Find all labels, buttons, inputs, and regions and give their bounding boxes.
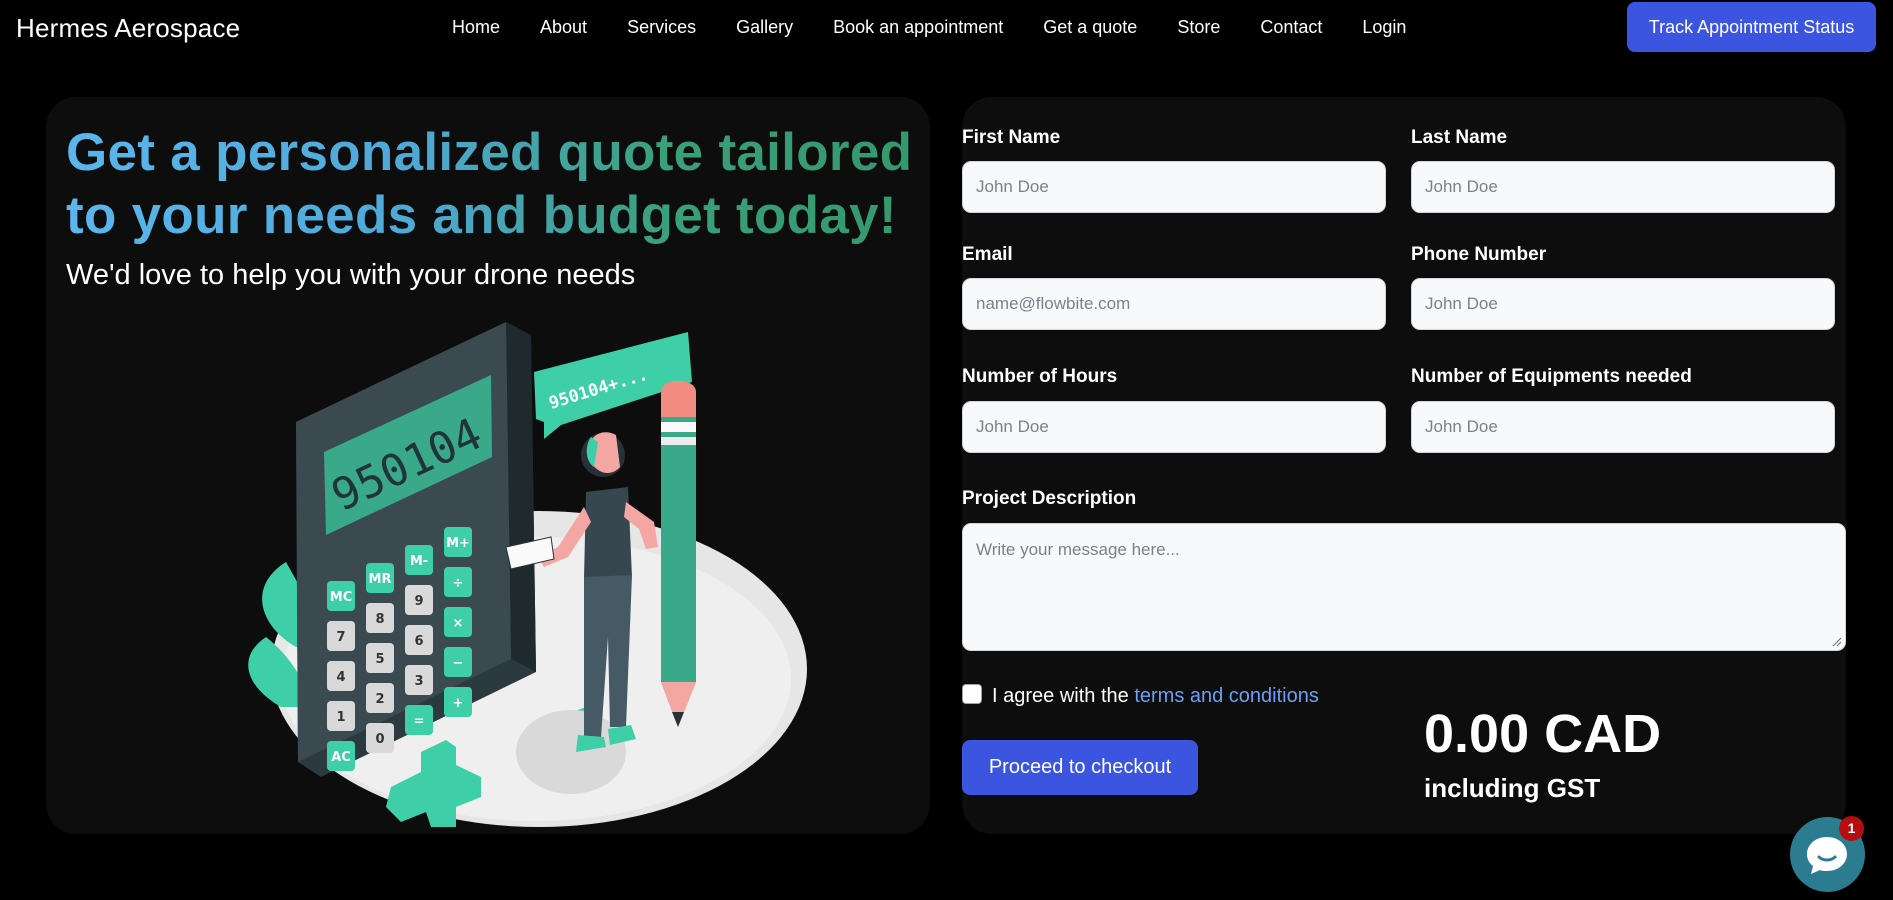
- price-note: including GST: [1424, 773, 1601, 803]
- nav-link-about[interactable]: About: [540, 17, 587, 38]
- svg-text:3: 3: [414, 674, 423, 689]
- description-label: Project Description: [962, 488, 1137, 509]
- nav-link-get-quote[interactable]: Get a quote: [1043, 17, 1137, 38]
- svg-text:=: =: [414, 714, 425, 729]
- svg-text:+: +: [453, 696, 464, 711]
- first-name-label: First Name: [962, 127, 1061, 148]
- nav-link-home[interactable]: Home: [452, 17, 500, 38]
- svg-text:5: 5: [375, 652, 384, 667]
- svg-text:2: 2: [375, 692, 384, 707]
- phone-field[interactable]: [1411, 278, 1835, 330]
- nav-link-book-appointment[interactable]: Book an appointment: [833, 17, 1003, 38]
- agree-prefix: I agree with the: [992, 685, 1135, 707]
- hero-subhead: We'd love to help you with your drone ne…: [66, 259, 636, 291]
- nav-links: Home About Services Gallery Book an appo…: [452, 17, 1406, 38]
- resize-grip-icon[interactable]: [1832, 637, 1842, 647]
- svg-text:MR: MR: [369, 572, 392, 587]
- nav-link-services[interactable]: Services: [627, 17, 696, 38]
- svg-text:M-: M-: [410, 554, 428, 569]
- svg-text:−: −: [453, 656, 464, 671]
- svg-text:1: 1: [336, 710, 345, 725]
- hours-field[interactable]: [962, 401, 1386, 453]
- hours-label: Number of Hours: [962, 366, 1118, 387]
- description-textarea[interactable]: [962, 523, 1846, 651]
- svg-text:÷: ÷: [453, 576, 464, 591]
- svg-text:8: 8: [375, 612, 384, 627]
- svg-text:MC: MC: [330, 590, 352, 605]
- svg-text:6: 6: [414, 634, 423, 649]
- nav-link-contact[interactable]: Contact: [1260, 17, 1322, 38]
- nav-link-gallery[interactable]: Gallery: [736, 17, 793, 38]
- agree-text: I agree with the terms and conditions: [992, 685, 1319, 708]
- brand-logo[interactable]: Hermes Aerospace: [16, 13, 240, 44]
- svg-text:M+: M+: [446, 536, 470, 551]
- terms-link[interactable]: terms and conditions: [1134, 685, 1319, 707]
- hero-headline: Get a personalized quote tailored to you…: [66, 121, 926, 247]
- checkout-button[interactable]: Proceed to checkout: [962, 740, 1198, 795]
- svg-text:7: 7: [336, 630, 345, 645]
- email-field[interactable]: [962, 278, 1386, 330]
- email-label: Email: [962, 244, 1013, 265]
- svg-text:9: 9: [414, 594, 423, 609]
- nav-link-login[interactable]: Login: [1362, 17, 1406, 38]
- calculator-illustration: 950104 MC MR M- M+ 7 8 9 ÷ 4 5 6 × 1 2 3…: [248, 322, 807, 827]
- svg-text:4: 4: [336, 670, 345, 685]
- svg-text:×: ×: [453, 616, 464, 631]
- quote-form-card: First Name Last Name Email Phone Number …: [962, 97, 1846, 834]
- svg-text:0: 0: [375, 732, 384, 747]
- svg-text:AC: AC: [331, 750, 351, 765]
- equipments-field[interactable]: [1411, 401, 1835, 453]
- nav-link-store[interactable]: Store: [1177, 17, 1220, 38]
- price-total: 0.00 CAD: [1424, 704, 1662, 764]
- top-navbar: Hermes Aerospace Home About Services Gal…: [0, 0, 1893, 58]
- chat-notification-badge: 1: [1839, 816, 1864, 841]
- last-name-label: Last Name: [1411, 127, 1508, 148]
- pencil-shape: [661, 380, 696, 727]
- last-name-field[interactable]: [1411, 161, 1835, 213]
- phone-label: Phone Number: [1411, 244, 1547, 265]
- track-appointment-button[interactable]: Track Appointment Status: [1627, 2, 1876, 52]
- equipments-label: Number of Equipments needed: [1411, 366, 1692, 387]
- first-name-field[interactable]: [962, 161, 1386, 213]
- quote-hero-card: Get a personalized quote tailored to you…: [46, 97, 930, 834]
- agree-checkbox[interactable]: [962, 684, 982, 704]
